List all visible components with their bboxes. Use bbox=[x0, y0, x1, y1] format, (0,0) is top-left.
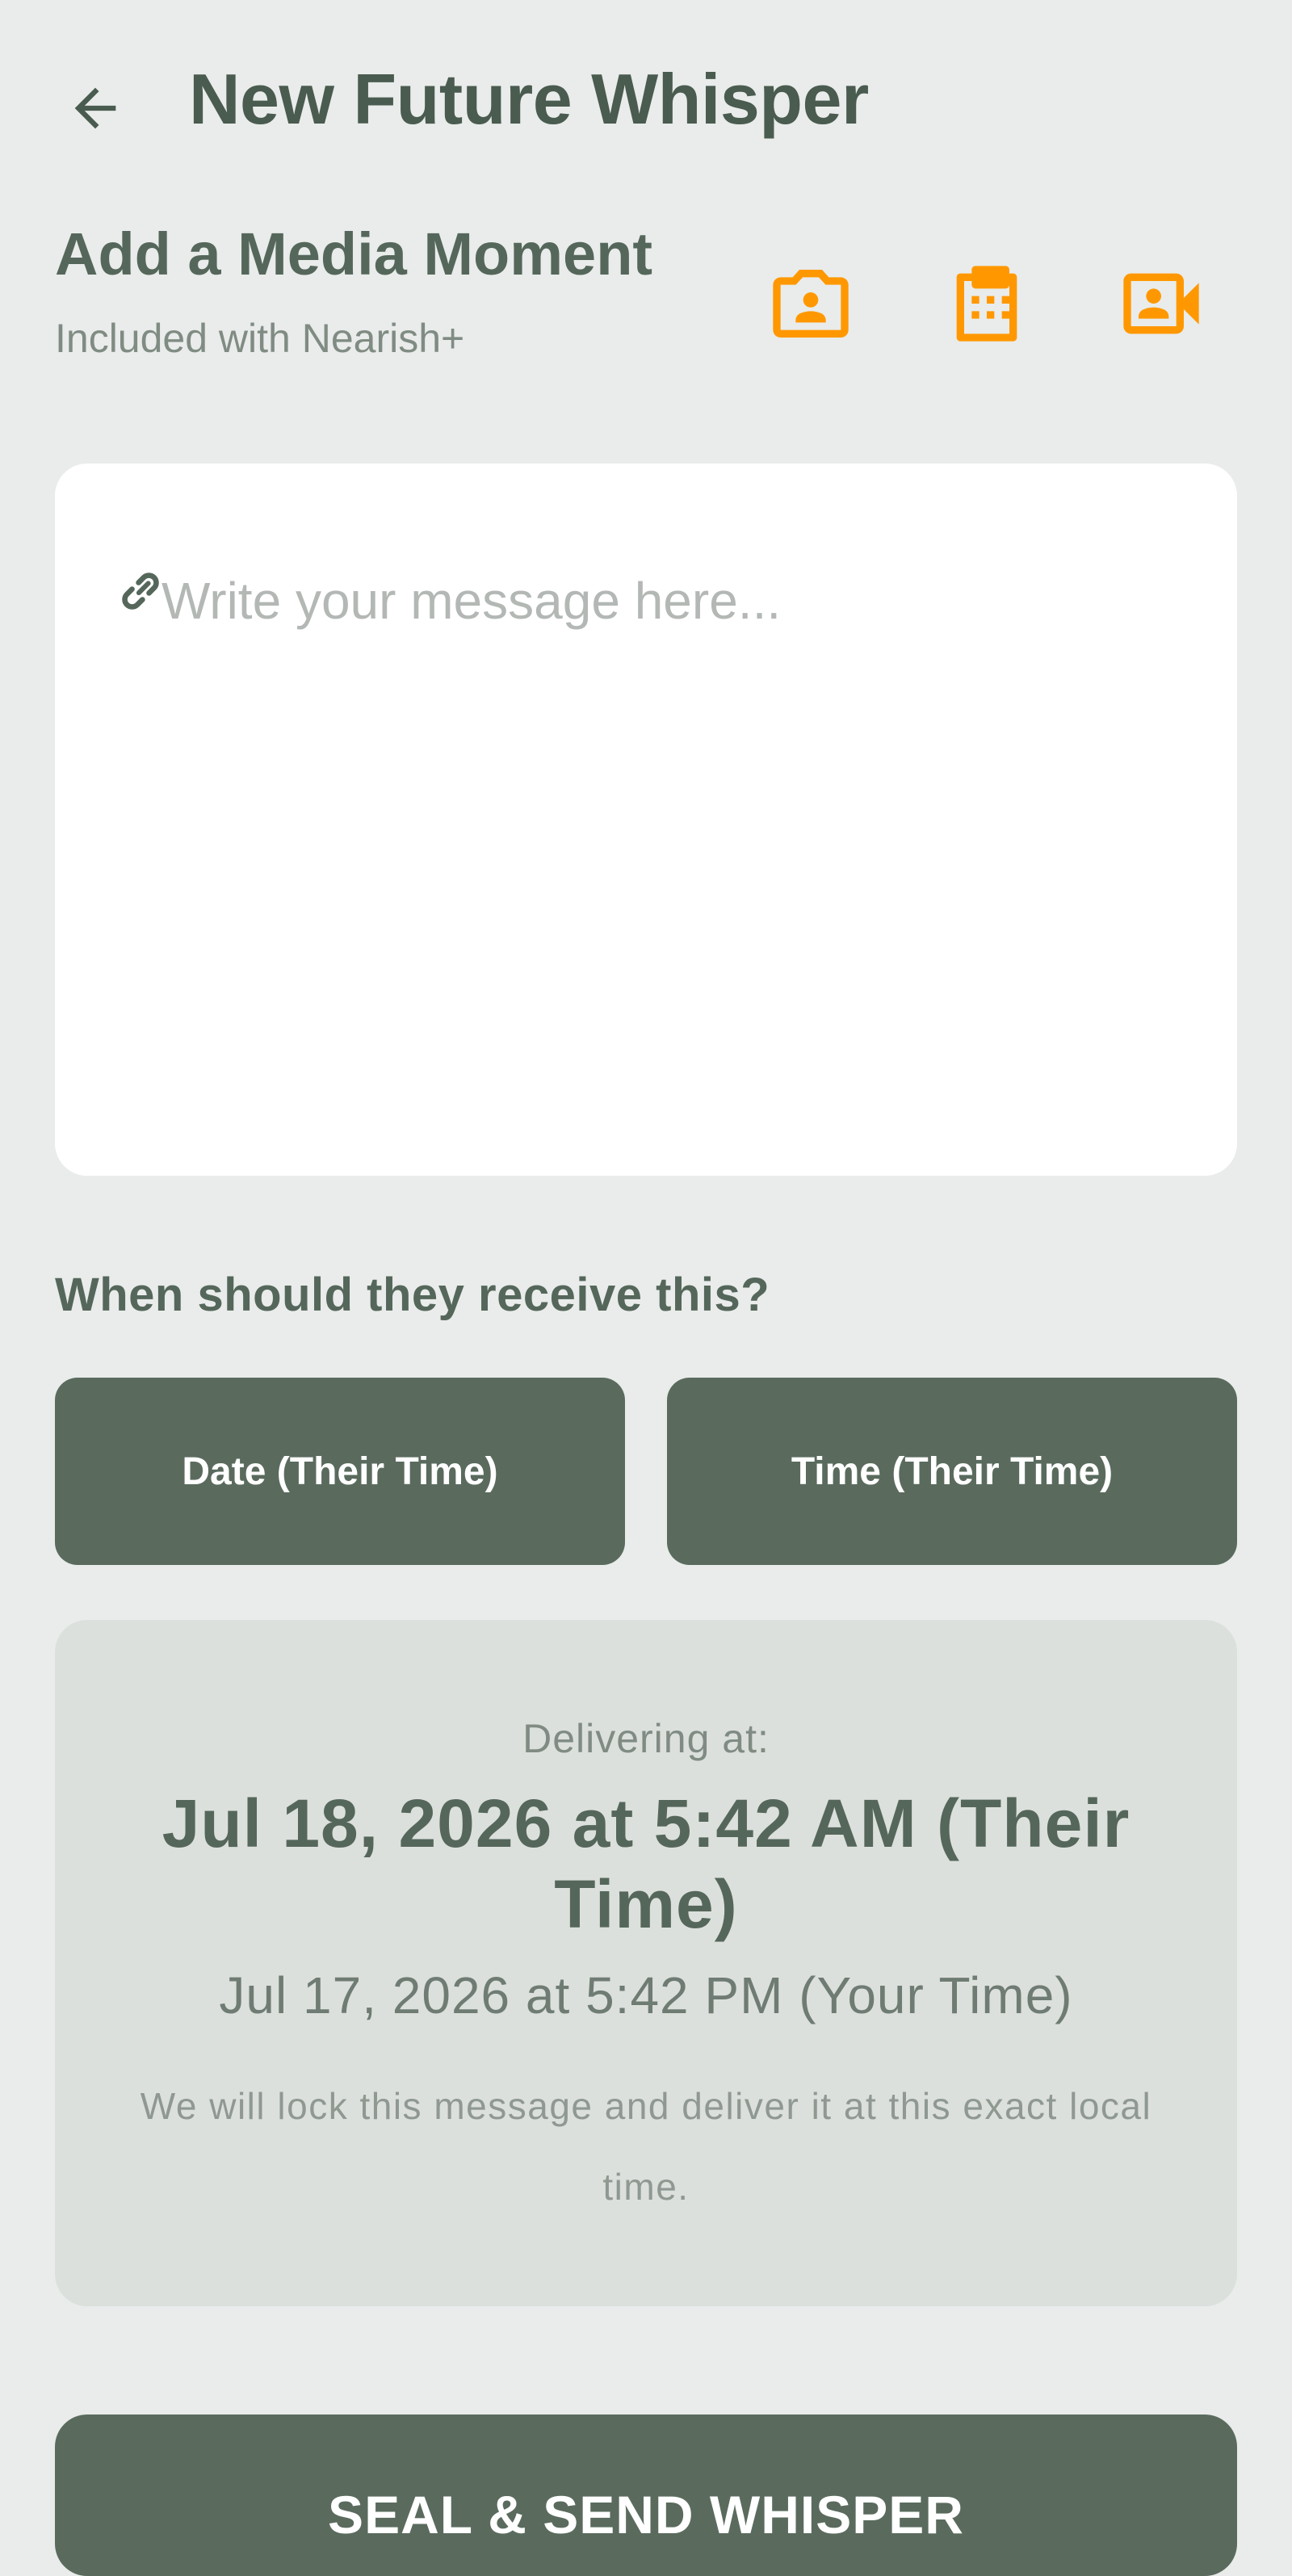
seal-send-label: SEAL & SEND WHISPER bbox=[328, 2485, 964, 2545]
camera-icon bbox=[773, 270, 849, 338]
video-icon bbox=[1123, 273, 1199, 334]
message-input[interactable] bbox=[162, 570, 1195, 1135]
add-video-button[interactable] bbox=[1113, 255, 1210, 352]
add-gallery-button[interactable] bbox=[938, 255, 1035, 352]
pick-time-button[interactable]: Time (Their Time) bbox=[667, 1378, 1237, 1565]
delivery-label: Delivering at: bbox=[522, 1716, 770, 1761]
add-photo-button[interactable] bbox=[762, 255, 859, 352]
media-section-title: Add a Media Moment bbox=[55, 220, 653, 287]
delivery-note: We will lock this message and deliver it… bbox=[140, 2085, 1152, 2208]
seal-send-button[interactable]: SEAL & SEND WHISPER bbox=[55, 2414, 1237, 2576]
film-gallery-icon bbox=[956, 266, 1017, 342]
arrow-left-icon bbox=[74, 87, 116, 129]
delivery-their-time: Jul 18, 2026 at 5:42 AM (Their Time) bbox=[162, 1785, 1130, 1942]
app-header: New Future Whisper bbox=[0, 0, 1292, 210]
schedule-label: When should they receive this? bbox=[55, 1269, 770, 1321]
media-section-subtitle: Included with Nearish+ bbox=[55, 316, 465, 361]
pick-date-button[interactable]: Date (Their Time) bbox=[55, 1378, 625, 1565]
page-title: New Future Whisper bbox=[189, 59, 869, 139]
back-button[interactable] bbox=[52, 68, 139, 149]
delivery-your-time: Jul 17, 2026 at 5:42 PM (Your Time) bbox=[219, 1966, 1073, 2024]
